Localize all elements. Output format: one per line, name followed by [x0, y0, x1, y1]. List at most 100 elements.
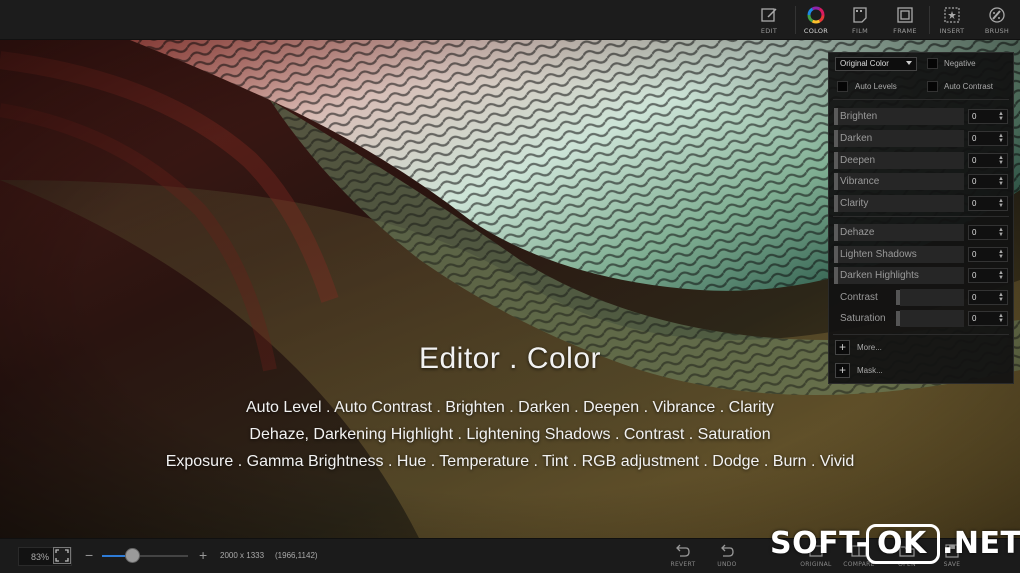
negative-checkbox[interactable] — [927, 58, 938, 69]
plus-icon: + — [835, 363, 850, 378]
mask-button[interactable]: + Mask... — [835, 363, 1005, 379]
mask-label: Mask... — [857, 366, 883, 375]
revert-icon — [676, 544, 690, 557]
tool-color-button[interactable]: COLOR — [794, 4, 838, 38]
revert-button[interactable]: REVERT — [664, 543, 702, 571]
watermark-right: .NET — [942, 526, 1020, 561]
clarity-value-input[interactable]: 0 ▲ ▼ — [968, 196, 1008, 211]
slider-label: Contrast — [840, 292, 878, 303]
slider-clarity[interactable]: Clarity 0 ▲ ▼ — [834, 195, 1010, 212]
contrast-value-input[interactable]: 0 ▲ ▼ — [968, 290, 1008, 305]
plus-icon: + — [835, 340, 850, 355]
spinner-icon[interactable]: ▲ ▼ — [998, 292, 1004, 303]
slider-darken-highlights[interactable]: Darken Highlights 0 ▲ ▼ — [834, 267, 1010, 284]
spinner-icon[interactable]: ▲ ▼ — [998, 133, 1004, 144]
spinner-icon[interactable]: ▲ ▼ — [998, 313, 1004, 324]
slider-brighten[interactable]: Brighten 0 ▲ ▼ — [834, 108, 1010, 125]
frame-icon — [897, 7, 913, 23]
slider-deepen[interactable]: Deepen 0 ▲ ▼ — [834, 152, 1010, 169]
darken-value-input[interactable]: 0 ▲ ▼ — [968, 131, 1008, 146]
fit-screen-icon — [55, 549, 69, 562]
overlay-line-1: Auto Level . Auto Contrast . Brighten . … — [246, 399, 774, 416]
color-mode-dropdown[interactable]: Original Color — [835, 57, 917, 71]
insert-icon — [944, 7, 960, 23]
saturation-value-input[interactable]: 0 ▲ ▼ — [968, 311, 1008, 326]
lighten-shadows-value-input[interactable]: 0 ▲ ▼ — [968, 247, 1008, 262]
slider-label: Deepen — [840, 155, 876, 166]
brush-icon — [989, 7, 1005, 23]
auto-contrast-checkbox[interactable] — [927, 81, 938, 92]
slider-saturation[interactable]: Saturation 0 ▲ ▼ — [834, 310, 1010, 327]
negative-label: Negative — [944, 59, 976, 68]
vibrance-value-input[interactable]: 0 ▲ ▼ — [968, 174, 1008, 189]
tool-insert-label: INSERT — [939, 27, 965, 35]
image-size: 2000 x 1333 — [220, 551, 265, 560]
zoom-slider-track[interactable] — [102, 555, 188, 557]
film-icon — [853, 7, 867, 23]
zoom-in-button[interactable]: + — [199, 547, 207, 563]
color-adjust-panel: Original Color Negative Auto Levels Auto… — [828, 52, 1014, 384]
undo-icon — [721, 544, 734, 557]
slider-vibrance[interactable]: Vibrance 0 ▲ ▼ — [834, 173, 1010, 190]
watermark-middle: OK — [877, 526, 927, 561]
tool-film-button[interactable]: FILM — [838, 4, 882, 38]
darken-highlights-value-input[interactable]: 0 ▲ ▼ — [968, 268, 1008, 283]
panel-divider — [833, 216, 1009, 217]
spinner-icon[interactable]: ▲ ▼ — [998, 111, 1004, 122]
color-mode-value: Original Color — [840, 59, 889, 68]
spinner-icon[interactable]: ▲ ▼ — [998, 176, 1004, 187]
slider-lighten-shadows[interactable]: Lighten Shadows 0 ▲ ▼ — [834, 246, 1010, 263]
deepen-value-input[interactable]: 0 ▲ ▼ — [968, 153, 1008, 168]
top-toolbar: EDIT COLOR FILM FRAME INSERT BRUSH — [0, 0, 1020, 40]
chevron-down-icon — [906, 61, 912, 65]
spinner-icon[interactable]: ▲ ▼ — [998, 227, 1004, 238]
slider-label: Brighten — [840, 111, 878, 122]
spinner-icon[interactable]: ▲ ▼ — [998, 198, 1004, 209]
watermark-left: SOFT- — [770, 526, 869, 561]
color-wheel-icon — [807, 6, 825, 24]
more-label: More... — [857, 343, 882, 352]
overlay-line-2: Dehaze, Darkening Highlight . Lightening… — [249, 426, 771, 443]
slider-label: Saturation — [840, 313, 886, 324]
slider-label: Lighten Shadows — [840, 249, 917, 260]
slider-label: Dehaze — [840, 227, 875, 238]
slider-label: Darken Highlights — [840, 270, 919, 281]
cursor-coordinates: (1966,1142) — [275, 551, 318, 560]
edit-icon — [761, 8, 777, 22]
more-button[interactable]: + More... — [835, 340, 1005, 356]
overlay-line-3: Exposure . Gamma Brightness . Hue . Temp… — [165, 453, 855, 470]
spinner-icon[interactable]: ▲ ▼ — [998, 155, 1004, 166]
tool-color-label: COLOR — [803, 27, 829, 35]
slider-dehaze[interactable]: Dehaze 0 ▲ ▼ — [834, 224, 1010, 241]
tool-frame-label: FRAME — [893, 27, 917, 35]
undo-label: UNDO — [717, 561, 737, 568]
tool-edit-button[interactable]: EDIT — [747, 4, 791, 38]
auto-contrast-label: Auto Contrast — [944, 82, 993, 91]
undo-button[interactable]: UNDO — [708, 543, 746, 571]
panel-divider — [833, 99, 1009, 100]
slider-label: Clarity — [840, 198, 869, 209]
panel-divider — [833, 334, 1009, 335]
dehaze-value-input[interactable]: 0 ▲ ▼ — [968, 225, 1008, 240]
slider-label: Darken — [840, 133, 873, 144]
photo-editor-window: EDIT COLOR FILM FRAME INSERT BRUSH Edito… — [0, 0, 1020, 573]
tool-edit-label: EDIT — [760, 27, 778, 35]
tool-frame-button[interactable]: FRAME — [883, 4, 927, 38]
tool-film-label: FILM — [851, 27, 869, 35]
watermark: SOFT- OK .NET — [770, 524, 1020, 568]
tool-insert-button[interactable]: INSERT — [930, 4, 974, 38]
tool-brush-label: BRUSH — [984, 27, 1010, 35]
auto-levels-checkbox[interactable] — [837, 81, 848, 92]
slider-contrast[interactable]: Contrast 0 ▲ ▼ — [834, 289, 1010, 306]
slider-label: Vibrance — [840, 176, 880, 187]
spinner-icon[interactable]: ▲ ▼ — [998, 249, 1004, 260]
zoom-slider-handle[interactable] — [125, 548, 140, 563]
zoom-out-button[interactable]: − — [85, 547, 93, 563]
brighten-value-input[interactable]: 0 ▲ ▼ — [968, 109, 1008, 124]
auto-levels-label: Auto Levels — [855, 82, 897, 91]
revert-label: REVERT — [670, 561, 696, 568]
spinner-icon[interactable]: ▲ ▼ — [998, 270, 1004, 281]
tool-brush-button[interactable]: BRUSH — [975, 4, 1019, 38]
slider-darken[interactable]: Darken 0 ▲ ▼ — [834, 130, 1010, 147]
fit-to-screen-button[interactable] — [53, 547, 71, 564]
